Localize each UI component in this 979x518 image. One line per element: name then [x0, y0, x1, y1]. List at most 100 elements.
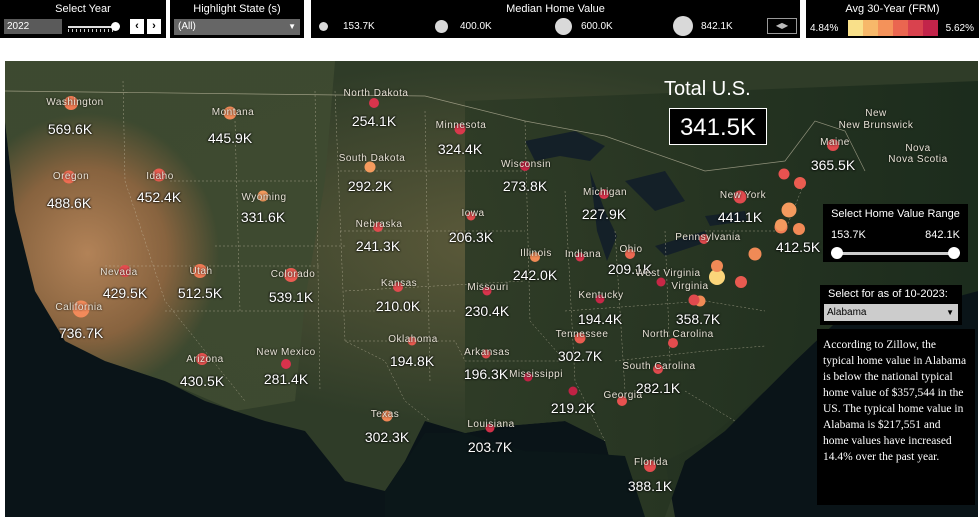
select-year-panel: Select Year 2022 ‹ › [0, 0, 166, 38]
state-name-montana: Montana [211, 107, 255, 118]
state-value-north-dakota: 254.1K [351, 113, 397, 129]
state-name-kansas: Kansas [380, 278, 418, 289]
highlight-state-select[interactable]: (All) ▼ [174, 19, 300, 35]
state-value-missouri: 230.4K [464, 303, 510, 319]
state-name-louisiana: Louisiana [467, 419, 515, 430]
state-marker-north-dakota[interactable] [369, 98, 379, 108]
range-title: Select Home Value Range [831, 208, 960, 220]
state-marker-small[interactable] [688, 294, 700, 306]
rate-ramp-swatch [878, 20, 893, 36]
state-value-oregon: 488.6K [46, 195, 92, 211]
state-name-nevada: Nevada [100, 267, 138, 278]
state-value-idaho: 452.4K [136, 189, 182, 205]
state-value-wyoming: 331.6K [240, 209, 286, 225]
state-name-nebraska: Nebraska [355, 219, 403, 230]
place-label-nova: Nova [905, 143, 931, 154]
rate-max-label: 5.62% [945, 23, 974, 34]
state-name-minnesota: Minnesota [435, 120, 487, 131]
rate-ramp-swatch [923, 20, 938, 36]
total-us-value: 341.5K [669, 108, 767, 145]
range-slider-track[interactable] [837, 252, 956, 255]
state-name-wisconsin: Wisconsin [500, 159, 552, 170]
state-name-utah: Utah [189, 266, 213, 277]
year-input[interactable]: 2022 [4, 19, 62, 34]
state-name-ohio: Ohio [619, 244, 643, 255]
state-value-illinois: 242.0K [512, 267, 558, 283]
state-value-oklahoma: 194.8K [389, 353, 435, 369]
year-slider-thumb[interactable] [111, 22, 120, 31]
state-marker-small[interactable] [735, 276, 747, 288]
state-value-nevada: 429.5K [102, 285, 148, 301]
state-value-arkansas: 196.3K [463, 366, 509, 382]
state-name-indiana: Indiana [564, 249, 602, 260]
state-name-california: California [55, 302, 103, 313]
highlight-state-panel: Highlight State (s) (All) ▼ [170, 0, 304, 38]
state-value-washington: 569.6K [47, 121, 93, 137]
state-value-alabama: 219.2K [550, 400, 596, 416]
state-marker-small[interactable] [778, 168, 790, 180]
as-of-state-value: Alabama [827, 307, 867, 318]
state-name-kentucky: Kentucky [578, 290, 624, 301]
rate-color-ramp [848, 20, 938, 36]
state-marker-small[interactable] [793, 223, 805, 235]
state-name-oklahoma: Oklahoma [388, 334, 438, 345]
avg-rate-legend: Avg 30-Year (FRM) 4.84% 5.62% [806, 0, 979, 38]
chevron-down-icon: ▼ [288, 22, 296, 31]
state-value-florida: 388.1K [627, 478, 673, 494]
range-min-handle[interactable] [831, 247, 843, 259]
state-name-michigan: Michigan [582, 187, 628, 198]
chevron-down-icon: ▼ [946, 308, 954, 317]
state-name-missouri: Missouri [467, 282, 509, 293]
year-slider[interactable] [68, 20, 120, 34]
state-name-north-carolina: North Carolina [642, 329, 714, 340]
legend-size-2: 400.0K [435, 14, 492, 38]
rate-ramp-swatch [908, 20, 923, 36]
legend-size-3: 600.0K [555, 14, 613, 38]
highlight-state-title: Highlight State (s) [193, 3, 281, 15]
state-name-mississippi: Mississippi [509, 369, 563, 380]
state-value-maine: 365.5K [810, 157, 856, 173]
as-of-state-panel: Select for as of 10-2023: Alabama ▼ [820, 285, 962, 325]
state-marker-small[interactable] [711, 260, 723, 272]
place-label-new-brunswick-2: New Brunswick [838, 120, 914, 131]
state-value-california: 736.7K [58, 325, 104, 341]
state-marker-small[interactable] [748, 247, 762, 261]
total-us-title: Total U.S. [664, 78, 751, 100]
state-value-wisconsin: 273.8K [502, 178, 548, 194]
state-value-louisiana: 203.7K [467, 439, 513, 455]
state-value-michigan: 227.9K [581, 206, 627, 222]
rate-ramp-swatch [848, 20, 863, 36]
state-marker-small[interactable] [775, 219, 787, 231]
select-year-title: Select Year [55, 3, 111, 15]
state-name-new-mexico: New Mexico [256, 347, 316, 358]
chevron-right-icon[interactable]: › [147, 19, 161, 34]
legend-arrows-icon[interactable]: ◀▶ [767, 18, 797, 34]
state-name-iowa: Iowa [461, 208, 485, 219]
state-name-arkansas: Arkansas [464, 347, 510, 358]
rate-ramp-swatch [893, 20, 908, 36]
as-of-state-select[interactable]: Alabama ▼ [824, 304, 958, 321]
state-value-south-carolina: 282.1K [635, 380, 681, 396]
state-name-texas: Texas [370, 409, 400, 420]
state-name-pennsylvania: Pennsylvania [675, 232, 741, 243]
state-value-arizona: 430.5K [179, 373, 225, 389]
state-value-colorado: 539.1K [268, 289, 314, 305]
state-marker-alabama[interactable] [568, 386, 578, 396]
state-value-new-york: 441.1K [717, 209, 763, 225]
rate-min-label: 4.84% [810, 23, 839, 34]
range-max-handle[interactable] [948, 247, 960, 259]
chevron-left-icon[interactable]: ‹ [130, 19, 144, 34]
rate-legend-title: Avg 30-Year (FRM) [845, 3, 940, 15]
highlight-state-value: (All) [178, 21, 196, 32]
state-name-idaho: Idaho [146, 171, 174, 182]
state-marker-new-mexico[interactable] [281, 359, 291, 369]
state-name-florida: Florida [633, 457, 669, 468]
state-name-maine: Maine [820, 137, 850, 148]
state-value-kansas: 210.0K [375, 298, 421, 314]
range-max-label: 842.1K [925, 229, 960, 241]
state-marker-small[interactable] [781, 202, 797, 218]
state-value-texas: 302.3K [364, 429, 410, 445]
state-value-new-mexico: 281.4K [263, 371, 309, 387]
state-marker-small[interactable] [794, 177, 806, 189]
state-name-west-virginia: West Virginia [635, 268, 701, 279]
